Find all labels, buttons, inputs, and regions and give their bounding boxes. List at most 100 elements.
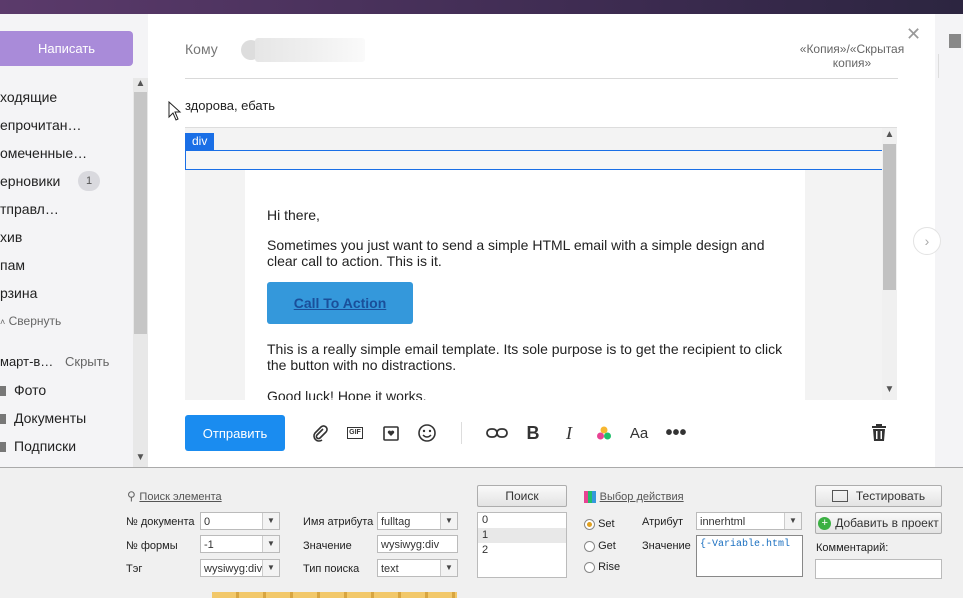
chevron-down-icon: ▼ — [784, 513, 801, 529]
tag-select[interactable]: wysiwyg:div ▼ — [200, 559, 280, 577]
call-to-action-button[interactable]: Call To Action — [267, 282, 413, 324]
radio-set-circle[interactable] — [584, 518, 595, 530]
bottom-tabs-strip[interactable] — [212, 592, 457, 598]
compose-window: Кому «Копия»/«Скрытая копия» ✕ здорова, … — [148, 14, 935, 467]
sidebar-scroll-thumb[interactable] — [134, 92, 147, 334]
radio-set[interactable]: Set — [584, 518, 615, 530]
color-icon[interactable] — [593, 422, 615, 444]
chevron-right-icon[interactable]: › — [913, 227, 941, 255]
action-select-link[interactable]: Выбор действия — [600, 491, 684, 503]
email-body[interactable]: Hi there, Sometimes you just want to sen… — [245, 170, 805, 400]
radio-rise[interactable]: Rise — [584, 561, 620, 573]
trash-icon[interactable] — [868, 422, 890, 444]
font-size-icon[interactable]: Aa — [628, 422, 650, 444]
cc-bcc-link[interactable]: «Копия»/«Скрытая копия» — [798, 42, 906, 70]
action-icon — [584, 490, 596, 503]
sidebar-item-spam[interactable]: пам — [0, 251, 25, 279]
add-to-project-button[interactable]: + Добавить в проект — [815, 512, 942, 534]
sidebar: Написать ходящие епрочитан… омеченные… е… — [0, 14, 148, 467]
paperclip-icon[interactable] — [309, 422, 331, 444]
contacts-icon[interactable] — [949, 34, 961, 48]
more-icon[interactable]: ••• — [665, 422, 687, 444]
document-icon — [0, 414, 6, 425]
to-label: Кому — [185, 41, 218, 57]
email-paragraph: This is a really simple email template. … — [267, 341, 783, 373]
attr-name-value: fulltag — [381, 516, 411, 528]
radio-get-circle[interactable] — [584, 540, 595, 552]
editor-scroll-thumb[interactable] — [883, 144, 896, 290]
value-label: Значение — [303, 540, 352, 552]
radio-get-label: Get — [598, 540, 616, 552]
folder-label: Фото — [14, 382, 47, 398]
sidebar-item-sent[interactable]: тправл… — [0, 195, 59, 223]
scroll-down-icon[interactable]: ▼ — [133, 452, 148, 463]
list-item[interactable]: 0 — [478, 513, 566, 528]
recipient-blurred — [255, 38, 365, 62]
sidebar-item-inbox[interactable]: ходящие — [0, 83, 57, 111]
postcard-icon[interactable] — [380, 422, 402, 444]
sidebar-item-unread[interactable]: епрочитан… — [0, 111, 82, 139]
editor-scrollbar[interactable]: ▲ ▼ — [882, 128, 897, 400]
magnifier-icon: ⚲ — [127, 489, 136, 503]
folder-subscriptions[interactable]: Подписки — [0, 432, 76, 460]
sidebar-item-archive[interactable]: хив — [0, 223, 22, 251]
results-list[interactable]: 0 1 2 — [477, 512, 567, 578]
list-item[interactable]: 2 — [478, 543, 566, 558]
form-num-select[interactable]: -1 ▼ — [200, 535, 280, 553]
value-textarea[interactable]: {-Variable.html — [696, 535, 803, 577]
action-select-row[interactable]: Выбор действия — [584, 488, 684, 503]
sidebar-scrollbar[interactable]: ▲ ▼ — [133, 78, 148, 467]
scroll-up-icon[interactable]: ▲ — [882, 129, 897, 140]
doc-num-select[interactable]: 0 ▼ — [200, 512, 280, 530]
emoji-icon[interactable] — [416, 422, 438, 444]
link-icon[interactable] — [486, 422, 508, 444]
value-input[interactable]: wysiwyg:div — [377, 535, 458, 553]
compose-button[interactable]: Написать — [0, 31, 133, 66]
italic-icon[interactable]: I — [558, 422, 580, 444]
scroll-down-icon[interactable]: ▼ — [882, 384, 897, 395]
divider — [938, 54, 963, 78]
editor-area[interactable]: div Hi there, Sometimes you just want to… — [185, 127, 897, 400]
sidebar-item-drafts[interactable]: ерновики 1 — [0, 167, 100, 195]
radio-rise-circle[interactable] — [584, 561, 595, 573]
find-element-row[interactable]: ⚲ Поиск элемента — [127, 488, 222, 503]
folder-documents[interactable]: Документы — [0, 404, 86, 432]
subscriptions-icon — [0, 442, 6, 453]
search-type-select[interactable]: text ▼ — [377, 559, 458, 577]
top-bar — [0, 0, 963, 14]
close-icon[interactable]: ✕ — [906, 24, 921, 45]
chevron-down-icon: ▼ — [262, 536, 279, 552]
radio-get[interactable]: Get — [584, 540, 616, 552]
smart-folders-header: март-в… — [0, 348, 53, 376]
drafts-count-badge: 1 — [78, 171, 100, 191]
collapse-link[interactable]: ˄ Свернуть — [0, 307, 61, 335]
divider — [185, 78, 898, 79]
doc-num-label: № документа — [126, 516, 195, 528]
folder-photo[interactable]: Фото — [0, 376, 46, 404]
chevron-down-icon: ▼ — [262, 560, 279, 576]
bold-icon[interactable]: B — [522, 422, 544, 444]
attribute-select[interactable]: innerhtml ▼ — [696, 512, 802, 530]
subject-field[interactable]: здорова, ебать — [185, 98, 275, 113]
attr-name-label: Имя атрибута — [303, 516, 374, 528]
comment-label: Комментарий: — [816, 542, 889, 554]
recipient-chip[interactable] — [241, 36, 371, 64]
sidebar-item-flagged[interactable]: омеченные… — [0, 139, 87, 167]
selected-element-outline[interactable] — [185, 150, 884, 170]
hide-link[interactable]: Скрыть — [65, 348, 109, 376]
list-item[interactable]: 1 — [478, 528, 566, 543]
attribute-label: Атрибут — [642, 516, 683, 528]
folder-label: Подписки — [14, 438, 77, 454]
comment-input[interactable] — [815, 559, 942, 579]
test-button[interactable]: Тестировать — [815, 485, 942, 507]
find-element-link[interactable]: Поиск элемента — [139, 491, 221, 503]
sidebar-item-trash[interactable]: рзина — [0, 279, 37, 307]
scroll-up-icon[interactable]: ▲ — [133, 78, 148, 89]
send-button[interactable]: Отправить — [185, 415, 285, 451]
search-button[interactable]: Поиск — [477, 485, 567, 507]
attr-name-select[interactable]: fulltag ▼ — [377, 512, 458, 530]
chevron-down-icon: ▼ — [440, 513, 457, 529]
toolbar-divider — [461, 422, 462, 444]
gif-icon[interactable]: GIF — [344, 422, 366, 444]
photo-icon — [0, 386, 6, 397]
